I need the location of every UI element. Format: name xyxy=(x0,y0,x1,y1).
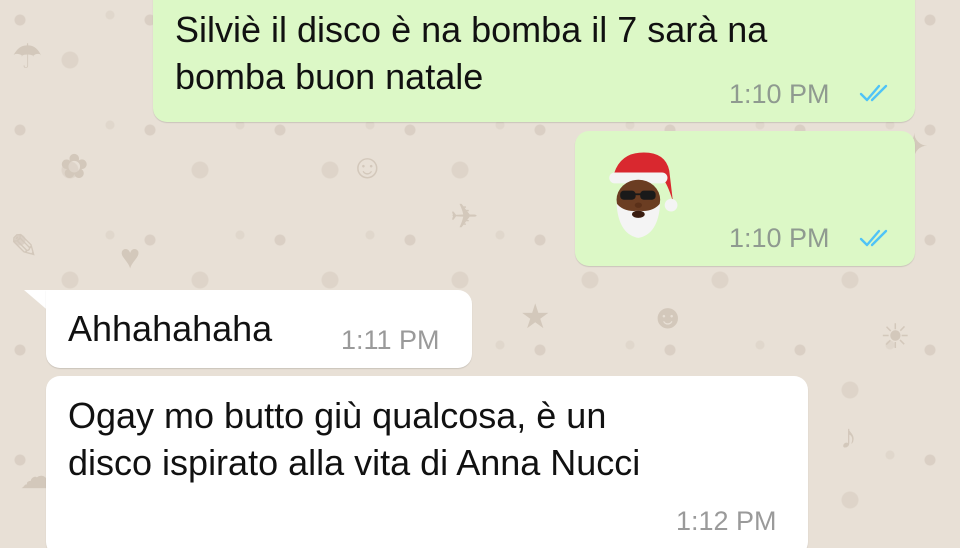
outgoing-message[interactable]: Silviè il disco è na bomba il 7 sarà na … xyxy=(153,0,915,122)
doodle-icon: ★ xyxy=(520,298,551,336)
doodle-icon: ☺ xyxy=(350,148,385,186)
read-receipt-icon xyxy=(859,84,888,102)
message-text-line: Ogay mo butto giù qualcosa, è un xyxy=(68,395,607,436)
doodle-icon: ♥ xyxy=(120,238,141,276)
doodle-icon: ☀ xyxy=(880,318,911,356)
doodle-icon: ✿ xyxy=(60,148,89,186)
message-timestamp: 1:10 PM xyxy=(729,79,830,109)
read-receipt-icon xyxy=(859,229,888,247)
doodle-icon: ♪ xyxy=(840,418,857,456)
message-text-line: Ahhahahaha xyxy=(68,308,273,349)
doodle-icon: ✎ xyxy=(10,228,39,266)
incoming-message[interactable]: Ahhahahaha 1:11 PM xyxy=(46,290,472,368)
incoming-message[interactable]: Ogay mo butto giù qualcosa, è un disco i… xyxy=(46,376,808,548)
outgoing-message[interactable]: 1:10 PM xyxy=(575,131,915,266)
doodle-icon: ✈ xyxy=(450,198,479,236)
message-timestamp: 1:11 PM xyxy=(341,325,440,355)
santa-emoji-icon xyxy=(609,152,678,238)
message-text-line: disco ispirato alla vita di Anna Nucci xyxy=(68,442,641,483)
message-text-line: bomba buon natale xyxy=(175,56,484,97)
message-timestamp: 1:12 PM xyxy=(676,506,777,536)
doodle-icon: ☂ xyxy=(12,38,43,76)
message-timestamp: 1:10 PM xyxy=(729,223,830,253)
message-text-line: Silviè il disco è na bomba il 7 sarà na xyxy=(175,9,768,50)
doodle-icon: ☻ xyxy=(650,298,686,336)
